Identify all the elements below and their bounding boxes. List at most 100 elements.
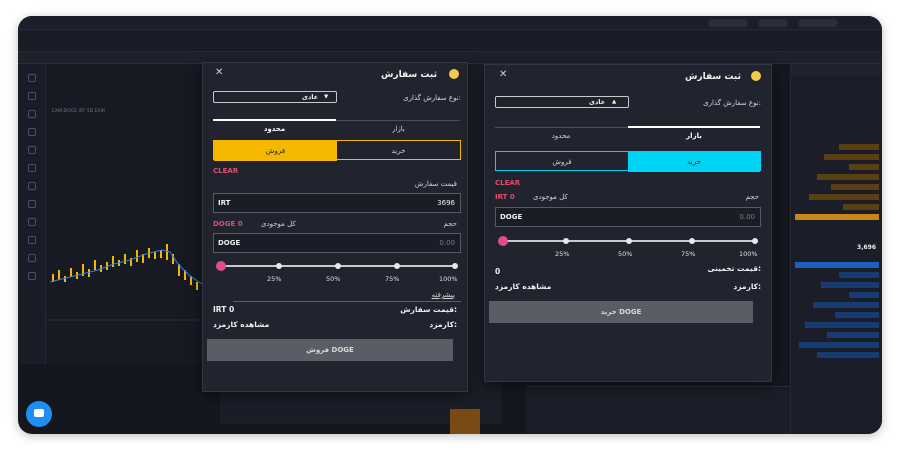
measure-icon[interactable] <box>28 182 36 190</box>
slider-mark-75[interactable] <box>394 263 400 269</box>
fib-icon[interactable] <box>28 110 36 118</box>
slider-handle[interactable] <box>216 261 226 271</box>
sell-submit-button[interactable]: فروش DOGE <box>207 339 453 361</box>
candle <box>70 268 72 277</box>
account-pill[interactable] <box>798 19 838 27</box>
ask-row[interactable] <box>795 154 879 160</box>
buy-submit-button[interactable]: خرید DOGE <box>489 301 753 323</box>
bid-row[interactable] <box>795 302 879 308</box>
volume-input[interactable]: DOGE 0.00 <box>495 207 761 227</box>
nav-pill[interactable] <box>758 19 788 27</box>
advanced-link[interactable]: پیشرفته <box>432 291 455 299</box>
slider-mark-50[interactable] <box>335 263 341 269</box>
percent-slider[interactable] <box>498 235 758 247</box>
candles <box>52 244 216 301</box>
slider-handle[interactable] <box>498 236 508 246</box>
chevron-down-icon: ▼ <box>324 94 329 100</box>
pattern-icon[interactable] <box>28 164 36 172</box>
slider-mark-100[interactable] <box>752 238 758 244</box>
chat-support-button[interactable] <box>26 401 52 427</box>
sell-tab[interactable]: فروش <box>214 141 337 161</box>
order-type-select[interactable]: عادی ▲ <box>495 96 629 108</box>
percent-100[interactable]: 100% <box>439 275 458 283</box>
bid-row[interactable] <box>795 312 879 318</box>
bid-row[interactable] <box>795 272 879 278</box>
percent-75[interactable]: 75% <box>385 275 399 283</box>
percent-75[interactable]: 75% <box>681 250 695 258</box>
language-pill[interactable] <box>708 19 748 27</box>
volume-label: حجم <box>443 220 457 228</box>
percent-25[interactable]: 25% <box>267 275 281 283</box>
trash-icon[interactable] <box>28 272 36 280</box>
slider-mark-75[interactable] <box>689 238 695 244</box>
candle <box>160 250 162 258</box>
slider-mark-100[interactable] <box>452 263 458 269</box>
clear-button[interactable]: CLEAR <box>495 179 520 187</box>
bid-row[interactable] <box>795 322 879 328</box>
bid-row[interactable] <box>795 342 879 348</box>
buy-tab[interactable]: خرید <box>628 152 760 172</box>
trendline-icon[interactable] <box>28 92 36 100</box>
ask-row[interactable] <box>795 174 879 180</box>
bid-row[interactable] <box>795 332 879 338</box>
brush-icon[interactable] <box>28 128 36 136</box>
tab-limit[interactable]: محدود <box>213 125 336 133</box>
ask-row[interactable] <box>795 194 879 200</box>
volume-input[interactable]: DOGE 0.00 <box>213 233 461 253</box>
percent-50[interactable]: 50% <box>618 250 632 258</box>
magnet-icon[interactable] <box>28 218 36 226</box>
order-price-label: قیمت سفارش <box>414 180 457 188</box>
percent-50[interactable]: 50% <box>326 275 340 283</box>
last-price: 3,696 <box>857 244 876 251</box>
percent-slider[interactable] <box>216 260 458 272</box>
order-type-select[interactable]: عادی ▼ <box>213 91 337 103</box>
tab-market[interactable]: بازار <box>337 125 460 133</box>
slider-mark-25[interactable] <box>563 238 569 244</box>
bid-row[interactable] <box>795 282 879 288</box>
lock-icon[interactable] <box>28 236 36 244</box>
chevron-up-icon: ▲ <box>612 99 617 105</box>
estimated-price-label: قیمت تخمینی: <box>707 264 761 273</box>
close-icon[interactable]: ✕ <box>499 69 507 80</box>
buy-sell-toggle: فروش خرید <box>213 140 461 161</box>
volume-currency: DOGE <box>500 213 523 221</box>
text-icon[interactable] <box>28 146 36 154</box>
fee-label: کارمزد: <box>429 320 457 329</box>
bid-row[interactable] <box>795 352 879 358</box>
tab-market[interactable]: بازار <box>628 132 760 140</box>
sell-tab[interactable]: فروش <box>496 152 628 172</box>
volume-currency: DOGE <box>218 239 241 247</box>
ask-row[interactable] <box>795 204 879 210</box>
balance-value: IRT 0 <box>495 193 515 201</box>
bid-row[interactable] <box>795 292 879 298</box>
crosshair-icon[interactable] <box>28 74 36 82</box>
order-book: 3,696 <box>790 64 882 434</box>
divider <box>233 301 461 302</box>
doge-coin-icon <box>751 71 761 81</box>
tab-active-indicator <box>628 126 760 128</box>
eye-icon[interactable] <box>28 254 36 262</box>
ask-row[interactable] <box>795 184 879 190</box>
fee-link[interactable]: مشاهده کارمزد <box>495 282 551 291</box>
zoom-icon[interactable] <box>28 200 36 208</box>
price-input[interactable]: IRT 3696 <box>213 193 461 213</box>
clear-button[interactable]: CLEAR <box>213 167 238 175</box>
ask-row[interactable] <box>795 214 879 220</box>
percent-100[interactable]: 100% <box>739 250 758 258</box>
fee-link[interactable]: مشاهده کارمزد <box>213 320 269 329</box>
slider-mark-50[interactable] <box>626 238 632 244</box>
slider-mark-25[interactable] <box>276 263 282 269</box>
bid-row[interactable] <box>795 262 879 268</box>
sell-order-modal: ✕ ثبت سفارش نوع سفارش گذاری: عادی ▼ محدو… <box>202 62 468 392</box>
buy-tab[interactable]: خرید <box>337 141 460 161</box>
close-icon[interactable]: ✕ <box>215 67 223 78</box>
estimated-price-value: 0 <box>495 267 501 276</box>
order-type-value: عادی <box>589 98 606 106</box>
price-chart[interactable]: EXIR:DOGE IRT 5D EXIR <box>46 64 228 364</box>
volume-value: 0.00 <box>739 213 755 221</box>
percent-25[interactable]: 25% <box>555 250 569 258</box>
chart-toolbar <box>18 64 46 364</box>
tab-limit[interactable]: محدود <box>495 132 627 140</box>
ask-row[interactable] <box>795 144 879 150</box>
ask-row[interactable] <box>795 164 879 170</box>
